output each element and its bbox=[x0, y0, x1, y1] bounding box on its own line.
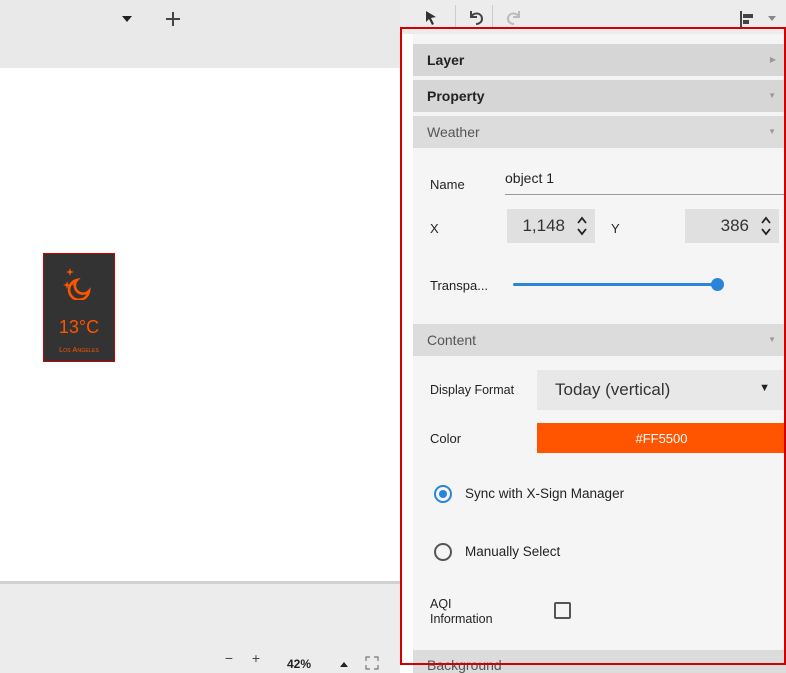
display-format-value: Today (vertical) bbox=[555, 380, 671, 399]
caret-down-icon[interactable] bbox=[766, 13, 778, 23]
color-label: Color bbox=[430, 431, 462, 446]
section-content[interactable]: Content ▼ bbox=[413, 324, 786, 356]
section-background[interactable]: Background bbox=[413, 650, 786, 673]
section-property[interactable]: Property ▼ bbox=[413, 80, 786, 112]
cursor-arrow-icon[interactable] bbox=[420, 6, 442, 28]
caret-down-icon: ▼ bbox=[759, 382, 770, 394]
fit-screen-icon[interactable] bbox=[364, 655, 380, 671]
transparency-slider-track[interactable] bbox=[513, 283, 718, 286]
spinner-icon[interactable] bbox=[575, 214, 589, 238]
caret-down-icon[interactable] bbox=[118, 10, 136, 28]
chevron-down-icon: ▼ bbox=[768, 335, 776, 344]
right-toolbar bbox=[400, 0, 786, 34]
plus-icon[interactable] bbox=[162, 8, 184, 30]
redo-icon[interactable] bbox=[503, 6, 525, 28]
transparency-label: Transpa... bbox=[430, 278, 489, 293]
name-input-underline bbox=[505, 194, 786, 195]
weather-widget[interactable]: 13°C Los Angeles bbox=[43, 253, 115, 362]
name-label: Name bbox=[430, 177, 465, 192]
undo-icon[interactable] bbox=[465, 6, 487, 28]
y-input[interactable]: 386 bbox=[685, 209, 779, 243]
aqi-label-line1: AQI bbox=[430, 597, 452, 611]
chevron-down-icon: ▼ bbox=[768, 127, 776, 136]
aqi-label-line2: Information bbox=[430, 612, 493, 626]
section-weather[interactable]: Weather ▼ bbox=[413, 116, 786, 148]
chevron-right-icon: ▶ bbox=[769, 55, 776, 64]
widget-city: Los Angeles bbox=[59, 347, 99, 354]
y-value: 386 bbox=[720, 216, 749, 235]
display-format-label: Display Format bbox=[430, 383, 515, 397]
triangle-up-icon[interactable] bbox=[338, 659, 350, 669]
zoom-level: 42% bbox=[287, 657, 312, 671]
section-label: Content bbox=[427, 332, 477, 348]
aqi-checkbox[interactable] bbox=[554, 602, 571, 619]
section-label: Weather bbox=[427, 124, 480, 140]
x-input[interactable]: 1,148 bbox=[507, 209, 595, 243]
section-layer[interactable]: Layer ▶ bbox=[413, 44, 786, 76]
section-label: Background bbox=[427, 657, 502, 673]
chevron-down-icon: ▼ bbox=[768, 91, 776, 100]
y-label: Y bbox=[611, 221, 620, 236]
section-label: Property bbox=[427, 88, 485, 104]
radio-manual-label[interactable]: Manually Select bbox=[465, 544, 560, 559]
spinner-icon[interactable] bbox=[759, 214, 773, 238]
color-picker[interactable]: #FF5500 bbox=[537, 423, 786, 453]
radio-sync[interactable] bbox=[434, 485, 452, 503]
toolbar-divider bbox=[492, 5, 493, 29]
radio-manual[interactable] bbox=[434, 543, 452, 561]
display-format-select[interactable]: Today (vertical) ▼ bbox=[537, 370, 786, 410]
align-left-icon[interactable] bbox=[736, 8, 758, 30]
zoom-in-button[interactable]: + bbox=[249, 650, 263, 666]
x-label: X bbox=[430, 221, 439, 236]
x-value: 1,148 bbox=[522, 216, 565, 235]
name-input[interactable]: object 1 bbox=[505, 170, 554, 186]
left-toolbar bbox=[0, 0, 400, 68]
zoom-out-button[interactable]: − bbox=[222, 650, 236, 666]
transparency-slider-thumb[interactable] bbox=[711, 278, 724, 291]
toolbar-divider bbox=[455, 5, 456, 29]
color-value: #FF5500 bbox=[635, 430, 688, 446]
section-label: Layer bbox=[427, 52, 465, 68]
radio-sync-label[interactable]: Sync with X-Sign Manager bbox=[465, 486, 624, 501]
widget-temperature: 13°C bbox=[58, 317, 100, 337]
moon-stars-icon bbox=[62, 266, 96, 302]
